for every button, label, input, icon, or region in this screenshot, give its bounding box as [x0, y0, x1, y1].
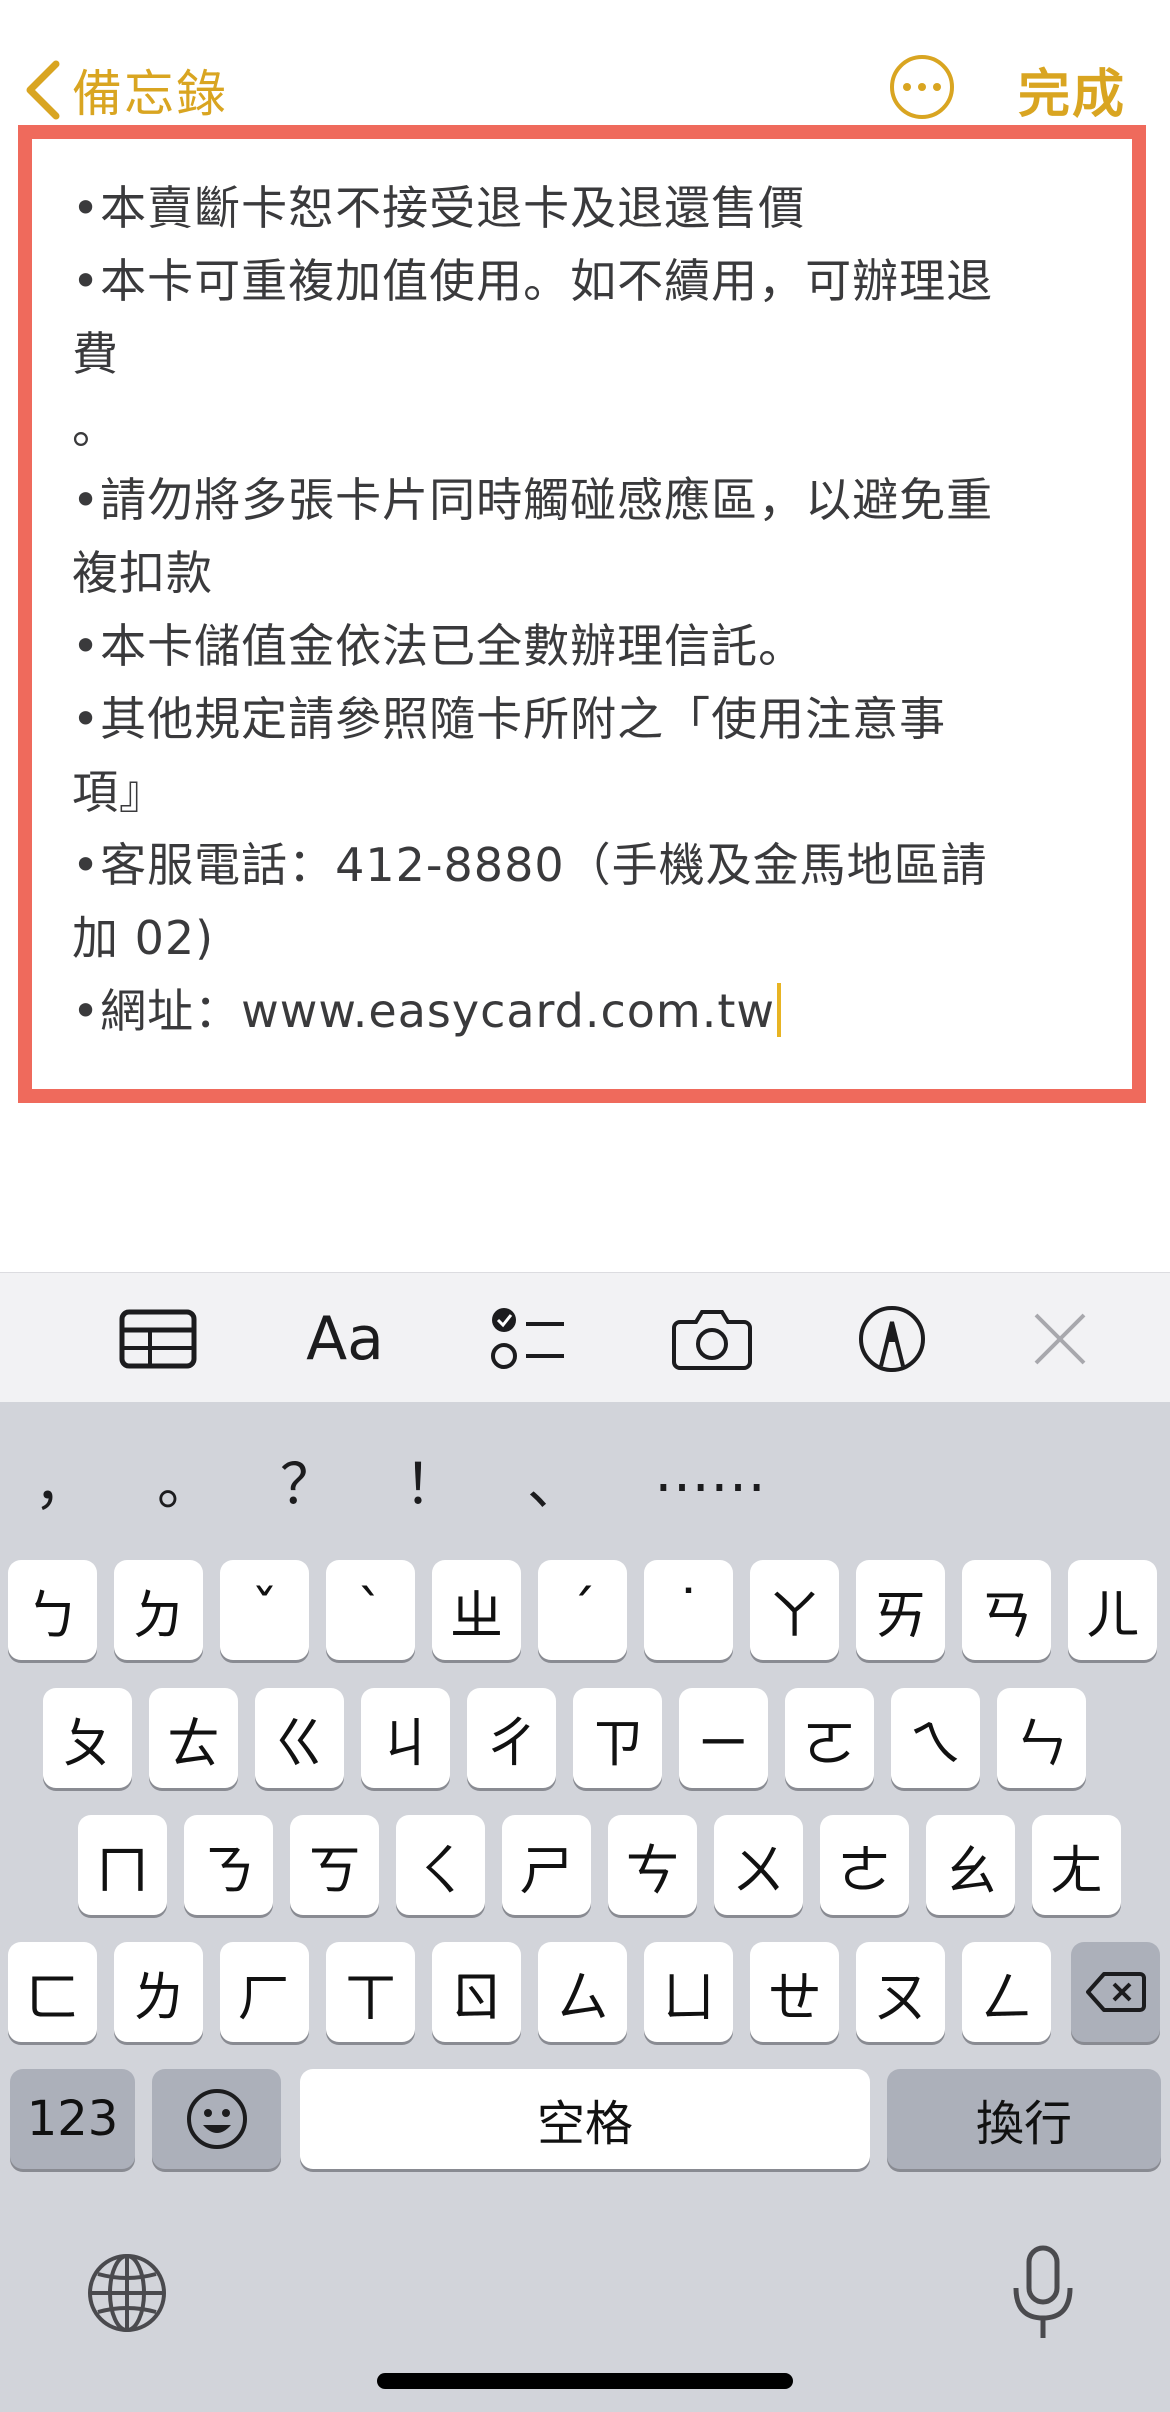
note-line-text: •網址：www.easycard.com.tw [72, 984, 776, 1038]
emoji-icon [186, 2089, 247, 2149]
key[interactable]: ㄛ [785, 1688, 874, 1788]
candidate-ellipsis[interactable]: …… [650, 1440, 770, 1505]
key[interactable]: ㄉ [114, 1560, 203, 1660]
done-button[interactable]: 完成 [1018, 52, 1126, 127]
globe-icon[interactable] [86, 2252, 168, 2334]
note-line: •客服電話：412-8880（手機及金馬地區請 [72, 838, 988, 892]
numbers-key[interactable]: 123 [10, 2069, 135, 2169]
back-button[interactable]: 備忘錄 [22, 50, 228, 130]
candidate-exclaim[interactable]: ！ [392, 1440, 472, 1521]
notes-nav-bar: 備忘錄 完成 [0, 0, 1170, 130]
note-line: •其他規定請參照隨卡所附之「使用注意事 [72, 692, 947, 746]
microphone-icon[interactable] [1008, 2244, 1078, 2344]
key[interactable]: ㄗ [573, 1688, 662, 1788]
key[interactable]: ㄧ [679, 1688, 768, 1788]
key[interactable]: ㄝ [750, 1942, 839, 2042]
key[interactable]: ㄜ [820, 1815, 909, 1915]
back-label: 備忘錄 [72, 65, 228, 123]
space-key[interactable]: 空格 [300, 2069, 870, 2169]
key[interactable]: ㄓ [432, 1560, 521, 1660]
return-key[interactable]: 換行 [887, 2069, 1161, 2169]
key[interactable]: ㄟ [891, 1688, 980, 1788]
key[interactable]: ㄕ [502, 1815, 591, 1915]
note-line: •本卡儲值金依法已全數辦理信託。 [72, 619, 806, 673]
key[interactable]: ㄈ [8, 1942, 97, 2042]
text-cursor [777, 983, 782, 1037]
note-line: •本卡可重複加值使用。如不續用，可辦理退 [72, 254, 994, 308]
chevron-left-icon [26, 60, 60, 120]
note-line-last: •網址：www.easycard.com.tw [72, 975, 1112, 1048]
key[interactable]: ㄌ [114, 1942, 203, 2042]
key[interactable]: ㄢ [962, 1560, 1051, 1660]
home-indicator [377, 2373, 793, 2389]
key[interactable]: ㄖ [432, 1942, 521, 2042]
candidate-period[interactable]: 。 [145, 1440, 225, 1521]
note-line: 加 02) [72, 911, 215, 965]
key[interactable]: ㄞ [856, 1560, 945, 1660]
note-line: •請勿將多張卡片同時觸碰感應區，以避免重 [72, 473, 994, 527]
key[interactable]: ㄘ [608, 1815, 697, 1915]
key[interactable]: ㄋ [184, 1815, 273, 1915]
key[interactable]: ㄨ [714, 1815, 803, 1915]
table-icon[interactable] [118, 1299, 198, 1379]
return-key-label: 換行 [975, 2096, 1072, 2152]
key[interactable]: ˋ [326, 1560, 415, 1660]
key[interactable]: ㄐ [361, 1688, 450, 1788]
key[interactable]: ㄡ [856, 1942, 945, 2042]
key[interactable]: ㄠ [926, 1815, 1015, 1915]
markup-pen-icon[interactable] [856, 1299, 928, 1379]
candidate-comma[interactable]: ， [22, 1440, 102, 1521]
delete-key[interactable] [1071, 1942, 1160, 2042]
key[interactable]: ㄙ [538, 1942, 627, 2042]
note-text-area[interactable]: •本賣斷卡恕不接受退卡及退還售價 •本卡可重複加值使用。如不續用，可辦理退 費 … [72, 172, 1112, 1048]
key[interactable]: ㄤ [1032, 1815, 1121, 1915]
text-format-button[interactable]: Aa [300, 1299, 390, 1379]
key[interactable]: ㄇ [78, 1815, 167, 1915]
format-toolbar: Aa [0, 1272, 1170, 1403]
key[interactable]: ㄚ [750, 1560, 839, 1660]
key[interactable]: ㄔ [467, 1688, 556, 1788]
key[interactable]: ㄊ [149, 1688, 238, 1788]
key[interactable]: ㄥ [962, 1942, 1051, 2042]
delete-icon [1085, 1972, 1146, 2012]
emoji-key[interactable] [152, 2069, 281, 2169]
note-line: 項』 [72, 765, 166, 819]
key[interactable]: ㄏ [220, 1942, 309, 2042]
close-icon[interactable] [1030, 1299, 1090, 1379]
key[interactable]: ˙ [644, 1560, 733, 1660]
key[interactable]: ㄑ [396, 1815, 485, 1915]
note-line: 。 [72, 400, 119, 454]
key[interactable]: ㄅ [8, 1560, 97, 1660]
key[interactable]: ㄆ [43, 1688, 132, 1788]
checklist-icon[interactable] [488, 1299, 568, 1379]
candidate-enumeration-comma[interactable]: 、 [515, 1440, 595, 1521]
key[interactable]: ㄩ [644, 1942, 733, 2042]
camera-icon[interactable] [672, 1299, 752, 1379]
note-line: 費 [72, 327, 119, 381]
key[interactable]: ㄍ [255, 1688, 344, 1788]
key[interactable]: ㄦ [1068, 1560, 1157, 1660]
key[interactable]: ㄒ [326, 1942, 415, 2042]
note-line: •本賣斷卡恕不接受退卡及退還售價 [72, 181, 806, 235]
key[interactable]: ㄎ [290, 1815, 379, 1915]
numbers-key-label: 123 [26, 2091, 119, 2147]
key[interactable]: ㄣ [997, 1688, 1086, 1788]
space-key-label: 空格 [536, 2096, 633, 2152]
candidate-question[interactable]: ？ [268, 1440, 348, 1521]
punctuation-candidates: ， 。 ？ ！ 、 …… [0, 1402, 1170, 1552]
ellipsis-circle-icon[interactable] [890, 55, 954, 119]
note-line: 複扣款 [72, 546, 213, 600]
key[interactable]: ˊ [538, 1560, 627, 1660]
key[interactable]: ˇ [220, 1560, 309, 1660]
